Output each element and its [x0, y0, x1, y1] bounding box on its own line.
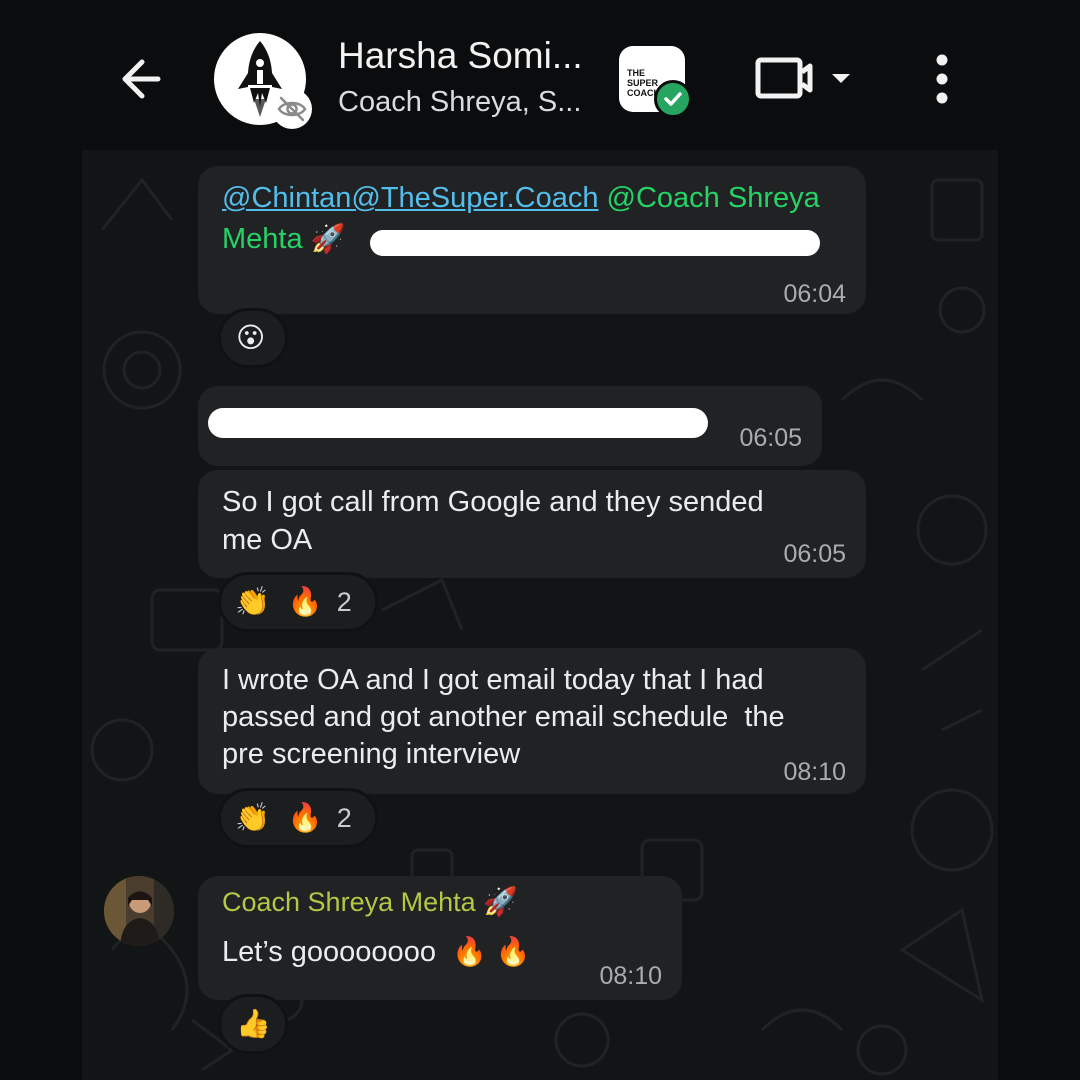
mention-link[interactable]: Mehta — [222, 223, 303, 255]
clapping-emoji: 👏 — [235, 801, 270, 834]
sender-name[interactable]: Coach Shreya Mehta — [222, 887, 476, 917]
message-text: Let’s goooooooo 🔥 🔥 — [222, 934, 531, 971]
eye-off-badge — [272, 89, 312, 129]
verified-check-icon — [664, 92, 682, 106]
chat-subtitle: Coach Shreya, S... — [338, 86, 582, 118]
message-bubble[interactable]: 06:05 — [198, 386, 822, 466]
message-text-line: passed and got another email schedule th… — [222, 701, 785, 733]
chat-title: Harsha Somi... — [338, 35, 583, 76]
message-bubble[interactable]: I wrote OA and I got email today that I … — [198, 648, 866, 794]
video-camera-icon — [755, 57, 813, 99]
message-list[interactable]: @Chintan@TheSuper.Coach @Coach Shreya Me… — [82, 150, 998, 1080]
person-avatar-icon — [104, 876, 174, 946]
reaction-count: 2 — [336, 802, 352, 833]
eye-off-icon — [277, 96, 307, 122]
message-text-body: Let’s goooooooo — [222, 936, 436, 968]
message-text-line: pre screening interview — [222, 738, 521, 770]
chat-header: Harsha Somi... Coach Shreya, S... THE SU… — [0, 0, 1080, 150]
reaction-pill[interactable]: 👍 — [218, 994, 288, 1054]
message-text-line: So I got call from Google and they sende… — [222, 486, 764, 518]
message-bubble[interactable]: So I got call from Google and they sende… — [198, 470, 866, 578]
video-call-button[interactable] — [752, 54, 862, 102]
message-time: 06:05 — [783, 540, 846, 568]
mention-link[interactable]: @Chintan@TheSuper.Coach — [222, 182, 598, 214]
reaction-pill[interactable]: 👏 🔥 2 — [218, 572, 378, 632]
message-time: 06:04 — [783, 280, 846, 308]
fire-emoji: 🔥 — [287, 585, 323, 618]
redaction-scribble — [370, 230, 820, 256]
reaction-pill[interactable]: 👏 🔥 2 — [218, 788, 378, 848]
message-time: 08:10 — [783, 758, 846, 786]
mention-link[interactable]: @Coach Shreya — [607, 182, 820, 214]
rocket-emoji: 🚀 — [483, 885, 519, 918]
message-text-line: I wrote OA and I got email today that I … — [222, 664, 764, 696]
rocket-emoji: 🚀 — [310, 222, 346, 255]
clapping-emoji: 👏 — [235, 585, 270, 618]
chat-title-block[interactable]: Harsha Somi... Coach Shreya, S... — [338, 34, 598, 122]
message-text: @Chintan@TheSuper.Coach @Coach Shreya — [222, 180, 862, 217]
reaction-emoji: 😮 — [236, 321, 266, 354]
message-bubble[interactable]: @Chintan@TheSuper.Coach @Coach Shreya Me… — [198, 166, 866, 314]
message-time: 06:05 — [739, 424, 802, 452]
message-time: 08:10 — [599, 962, 662, 990]
thumbs-up-emoji: 👍 — [236, 1007, 271, 1040]
back-button[interactable] — [112, 52, 172, 106]
reaction-count: 2 — [336, 586, 352, 617]
message-bubble[interactable]: Coach Shreya Mehta 🚀 Let’s goooooooo 🔥 🔥… — [198, 876, 682, 1000]
fire-emoji: 🔥 — [287, 801, 323, 834]
reaction-pill[interactable]: 😮 — [218, 308, 288, 368]
back-arrow-icon — [122, 59, 161, 99]
sender-line: Coach Shreya Mehta 🚀 — [222, 884, 518, 921]
sender-avatar[interactable] — [104, 876, 174, 946]
more-vertical-icon — [936, 54, 948, 104]
verified-badge — [654, 80, 692, 118]
fire-emoji: 🔥 🔥 — [452, 935, 531, 968]
redaction-scribble — [208, 408, 708, 438]
more-options-button[interactable] — [922, 52, 962, 106]
chevron-down-icon — [832, 74, 850, 83]
message-text-line: me OA — [222, 524, 313, 556]
group-avatar[interactable] — [214, 33, 312, 129]
message-text-line: Mehta 🚀 — [222, 221, 346, 258]
